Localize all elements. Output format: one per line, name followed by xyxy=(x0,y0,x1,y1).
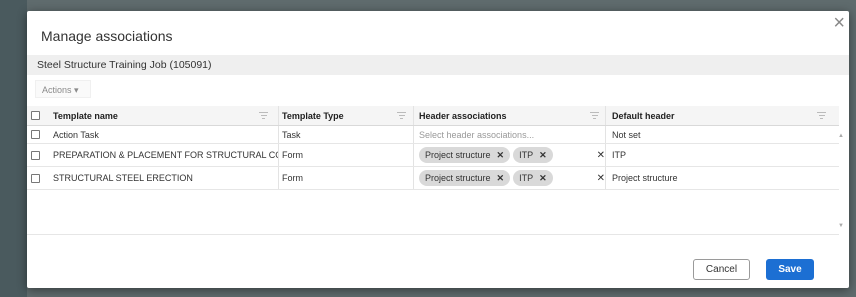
column-divider xyxy=(278,167,279,189)
job-name-bar: Steel Structure Training Job (105091) xyxy=(27,55,849,75)
template-type-cell: Form xyxy=(282,173,303,183)
header-associations-input[interactable]: Project structure ✕ ITP ✕ ✕ xyxy=(419,167,605,189)
actions-dropdown[interactable]: Actions ▾ xyxy=(35,80,91,98)
row-checkbox-cell xyxy=(31,144,45,166)
column-divider xyxy=(278,106,279,125)
grid-header-row: Template name Template Type Header assoc… xyxy=(27,106,839,126)
association-chip: ITP ✕ xyxy=(513,170,553,186)
scroll-up-icon[interactable]: ▲ xyxy=(838,133,844,139)
template-name-cell: Action Task xyxy=(53,129,99,140)
column-header-template-name[interactable]: Template name xyxy=(53,106,278,125)
column-header-header-associations[interactable]: Header associations xyxy=(419,106,605,125)
default-header-cell[interactable]: ITP xyxy=(612,144,827,166)
filter-icon-template-name[interactable] xyxy=(259,112,268,120)
row-checkbox[interactable] xyxy=(31,150,40,160)
column-header-template-type[interactable]: Template Type xyxy=(282,106,410,125)
association-chip: ITP ✕ xyxy=(513,147,553,163)
templates-grid: Template name Template Type Header assoc… xyxy=(27,106,839,190)
background-strip xyxy=(0,0,27,297)
chip-label: ITP xyxy=(519,173,534,183)
column-divider xyxy=(605,106,606,125)
header-associations-input[interactable]: Select header associations... xyxy=(419,126,605,143)
association-chip: Project structure ✕ xyxy=(419,170,511,186)
cancel-button[interactable]: Cancel xyxy=(693,259,750,280)
select-all-checkbox[interactable] xyxy=(31,111,40,120)
table-row[interactable]: PREPARATION & PLACEMENT FOR STRUCTURAL C… xyxy=(27,144,839,167)
column-divider xyxy=(413,106,414,125)
remove-chip-icon[interactable]: ✕ xyxy=(497,150,505,161)
column-header-default-header[interactable]: Default header xyxy=(612,106,827,125)
column-divider xyxy=(605,126,606,143)
remove-chip-icon[interactable]: ✕ xyxy=(539,173,547,184)
default-header-cell[interactable]: Project structure xyxy=(612,167,827,189)
column-divider xyxy=(413,167,414,189)
default-header-cell[interactable]: Not set xyxy=(612,126,827,143)
dialog-title: Manage associations xyxy=(41,28,173,44)
filter-icon-template-type[interactable] xyxy=(397,112,406,120)
select-all-checkbox-cell xyxy=(31,106,45,125)
table-row[interactable]: Action Task Task Select header associati… xyxy=(27,126,839,144)
row-checkbox[interactable] xyxy=(31,173,40,183)
grid-bottom-border xyxy=(27,234,839,235)
column-divider xyxy=(278,144,279,166)
filter-icon-header-associations[interactable] xyxy=(590,112,599,120)
scroll-down-icon[interactable]: ▼ xyxy=(838,223,844,229)
column-divider xyxy=(278,126,279,143)
column-divider xyxy=(605,144,606,166)
template-type-cell: Form xyxy=(282,150,303,160)
close-icon[interactable]: × xyxy=(833,13,845,33)
manage-associations-dialog: Manage associations × Steel Structure Tr… xyxy=(27,11,849,288)
table-row[interactable]: STRUCTURAL STEEL ERECTION Form Project s… xyxy=(27,167,839,190)
template-name-cell: PREPARATION & PLACEMENT FOR STRUCTURAL C… xyxy=(53,150,278,160)
template-name-cell: STRUCTURAL STEEL ERECTION xyxy=(53,173,193,183)
header-associations-input[interactable]: Project structure ✕ ITP ✕ ✕ xyxy=(419,144,605,166)
row-checkbox-cell xyxy=(31,167,45,189)
association-chip: Project structure ✕ xyxy=(419,147,511,163)
row-checkbox-cell xyxy=(31,126,45,143)
column-divider xyxy=(413,144,414,166)
filter-icon-default-header[interactable] xyxy=(817,112,826,120)
template-type-cell: Task xyxy=(282,129,301,140)
remove-chip-icon[interactable]: ✕ xyxy=(497,173,505,184)
column-divider xyxy=(413,126,414,143)
remove-chip-icon[interactable]: ✕ xyxy=(539,150,547,161)
row-checkbox[interactable] xyxy=(31,130,40,139)
clear-associations-icon[interactable]: ✕ xyxy=(597,167,605,189)
chip-label: Project structure xyxy=(425,173,491,183)
chip-label: Project structure xyxy=(425,150,491,160)
chip-label: ITP xyxy=(519,150,534,160)
column-divider xyxy=(605,167,606,189)
save-button[interactable]: Save xyxy=(766,259,814,280)
clear-associations-icon[interactable]: ✕ xyxy=(597,144,605,166)
